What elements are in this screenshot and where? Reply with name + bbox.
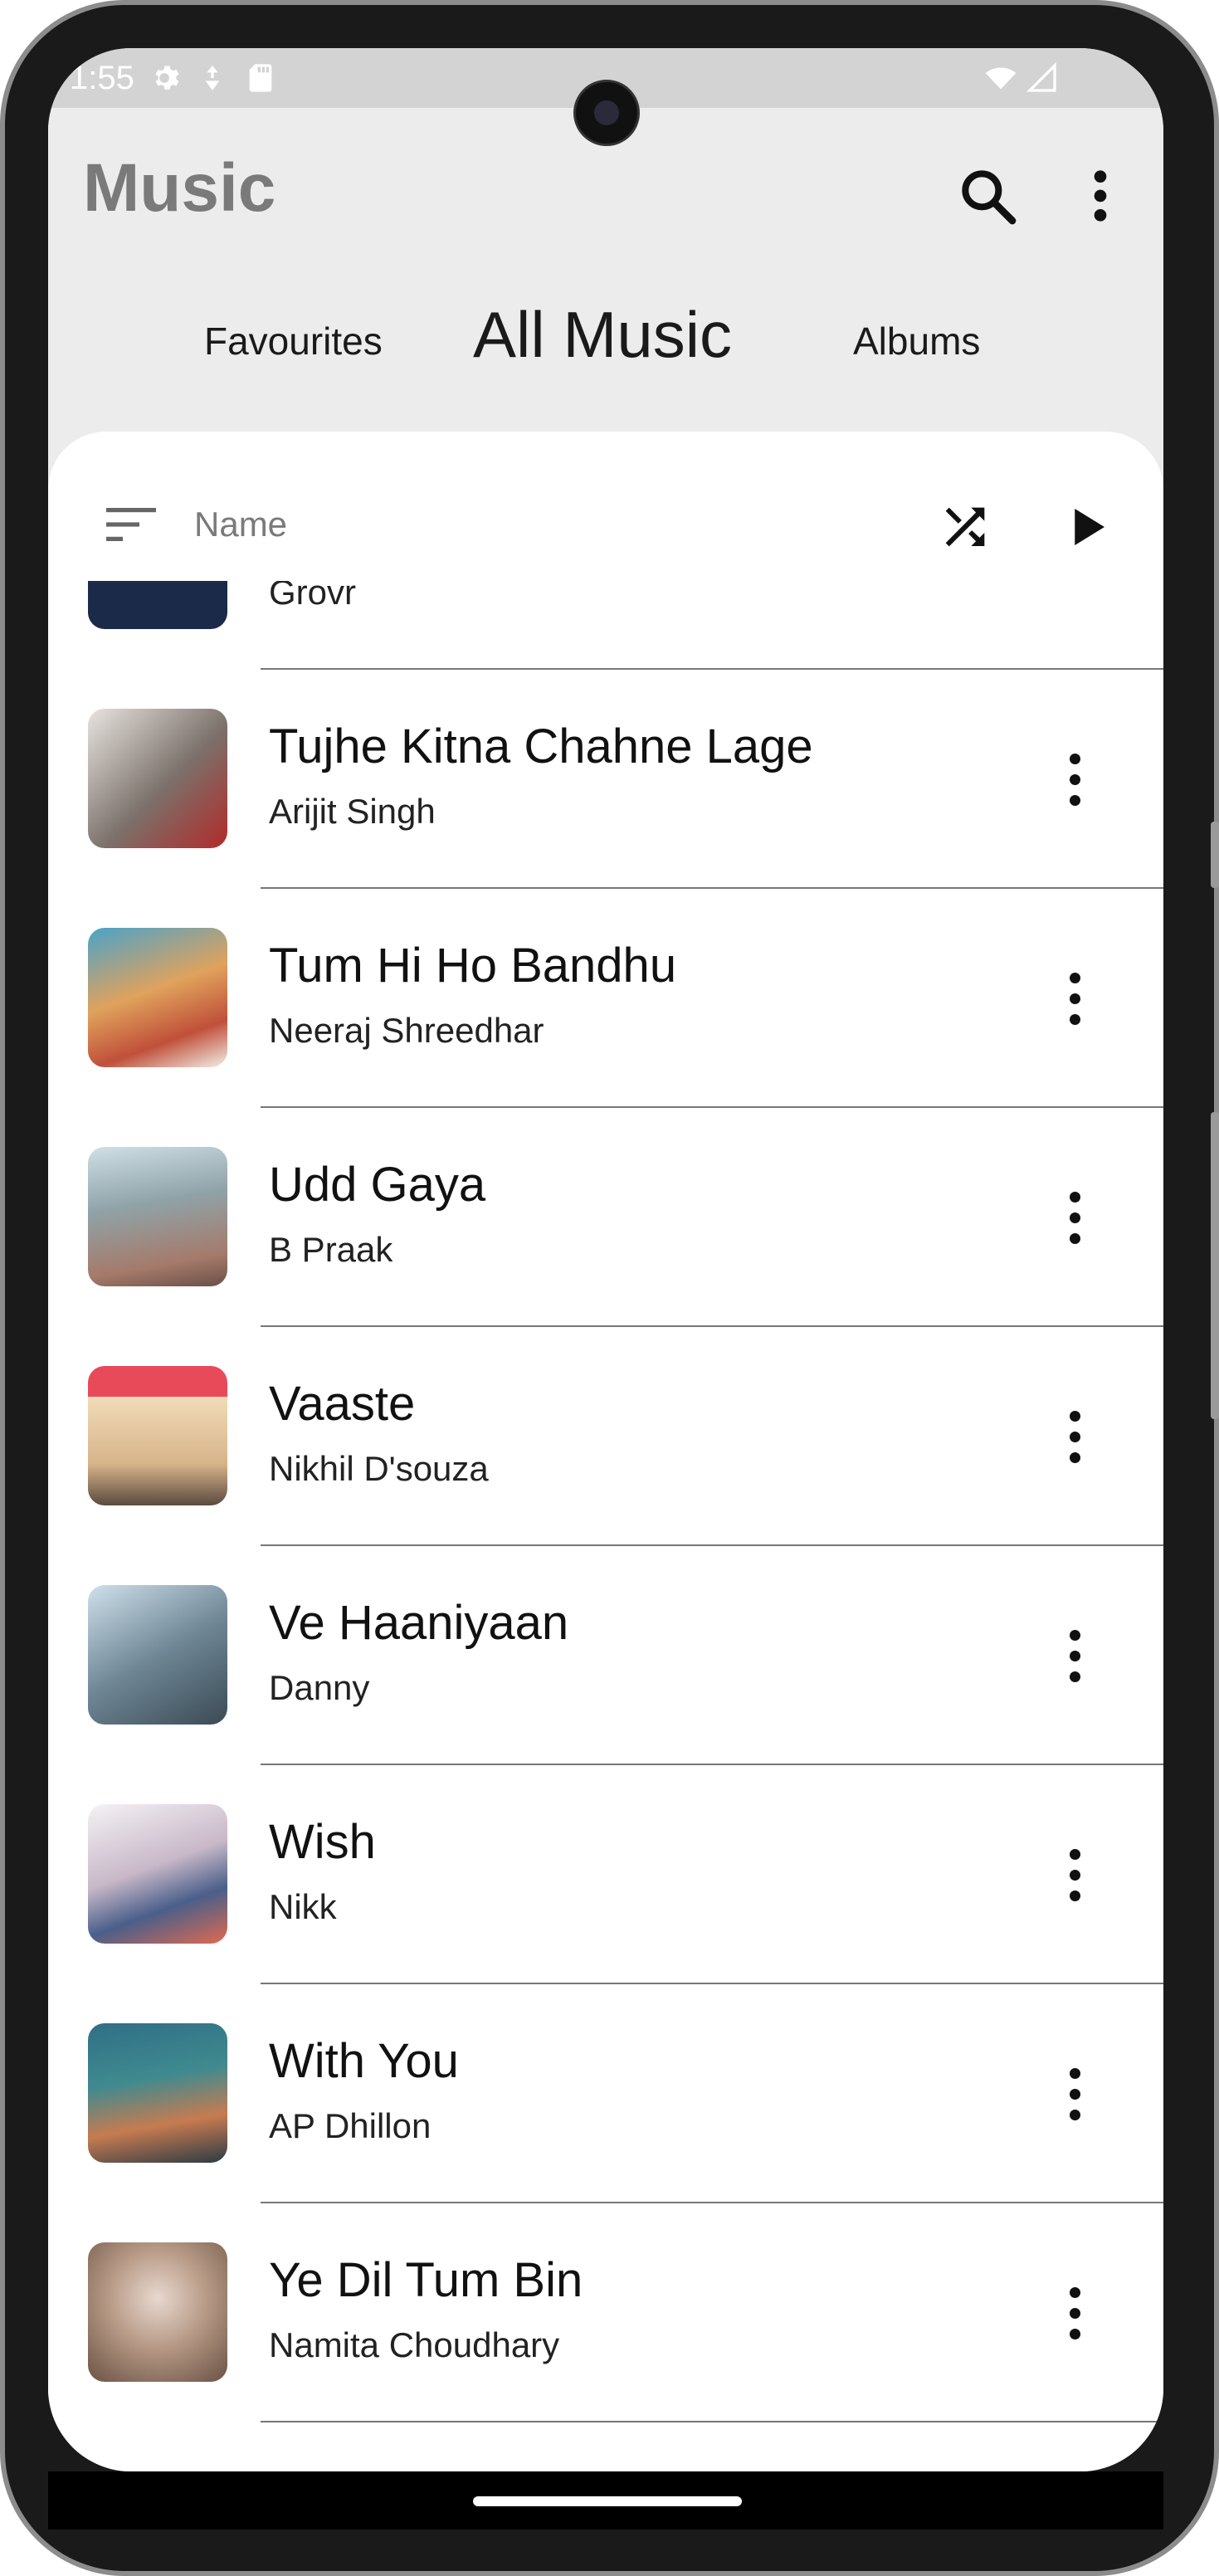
song-options-icon[interactable]: [1059, 750, 1092, 808]
song-artist: Namita Choudhary: [269, 2325, 560, 2364]
song-list: Grovr Tujhe Kitna Chahne Lage Arijit Sin…: [48, 581, 1163, 2471]
song-title: With You: [269, 2034, 459, 2088]
play-all-icon[interactable]: [1059, 500, 1114, 554]
album-art: [88, 1585, 227, 1725]
song-row[interactable]: Grovr: [48, 581, 1163, 670]
song-row[interactable]: Tujhe Kitna Chahne Lage Arijit Singh: [48, 669, 1163, 889]
song-artist: AP Dhillon: [269, 2106, 432, 2145]
song-row[interactable]: With You AP Dhillon: [48, 1983, 1163, 2203]
album-art: [88, 2023, 227, 2163]
status-time: 1:55: [70, 60, 134, 96]
more-options-icon[interactable]: [1084, 163, 1117, 229]
sd-card-icon: [249, 64, 272, 92]
song-options-icon[interactable]: [1059, 2284, 1092, 2342]
sort-icon[interactable]: [106, 508, 156, 541]
song-row[interactable]: Ye Dil Tum Bin Namita Choudhary: [48, 2203, 1163, 2422]
song-title: Tujhe Kitna Chahne Lage: [269, 720, 813, 773]
song-artist: Danny: [269, 1668, 370, 1707]
song-row[interactable]: Tum Hi Ho Bandhu Neeraj Shreedhar: [48, 888, 1163, 1108]
song-artist: Neeraj Shreedhar: [269, 1011, 544, 1050]
song-options-icon[interactable]: [1059, 1188, 1092, 1247]
volume-button: [1211, 1112, 1219, 1419]
song-artist: B Praak: [269, 1230, 393, 1269]
song-artist: Arijit Singh: [269, 792, 436, 831]
settings-icon: [155, 66, 179, 90]
song-options-icon[interactable]: [1059, 1408, 1092, 1466]
tab-albums[interactable]: Albums: [853, 319, 980, 363]
wifi-icon: [985, 67, 1017, 90]
album-art: [88, 1366, 227, 1505]
song-row[interactable]: Wish Nikk: [48, 1764, 1163, 1984]
album-art: [88, 709, 227, 848]
song-artist: Nikk: [269, 1887, 337, 1926]
song-options-icon[interactable]: [1059, 1627, 1092, 1685]
album-art: [88, 2242, 227, 2382]
sort-label[interactable]: Name: [194, 505, 287, 544]
album-art: [88, 928, 227, 1067]
song-row[interactable]: Udd Gaya B Praak: [48, 1107, 1163, 1327]
song-title: Udd Gaya: [269, 1158, 486, 1212]
page-title: Music: [83, 150, 276, 226]
search-icon[interactable]: [954, 163, 1021, 229]
song-list-sheet: Name Grovr Tujhe Kitna Chahne Lage Ariji…: [48, 432, 1163, 2471]
song-title: Wish: [269, 1815, 376, 1869]
shuffle-icon[interactable]: [936, 498, 994, 556]
song-title: Tum Hi Ho Bandhu: [269, 939, 677, 993]
song-options-icon[interactable]: [1059, 2065, 1092, 2123]
song-row[interactable]: Ve Haaniyaan Danny: [48, 1545, 1163, 1765]
power-button: [1211, 822, 1219, 888]
front-camera: [573, 80, 640, 146]
row-divider: [261, 2421, 1163, 2422]
album-art: [88, 1147, 227, 1286]
screen: 1:55 Music Favourites All Music Albums N…: [48, 48, 1163, 2471]
signal-icon: [1026, 61, 1056, 92]
song-title: Ye Dil Tum Bin: [269, 2253, 583, 2307]
song-artist: Nikhil D'souza: [269, 1449, 489, 1488]
album-art: [88, 1804, 227, 1944]
album-art: [88, 581, 227, 629]
song-title: Vaaste: [269, 1377, 416, 1431]
song-options-icon[interactable]: [1059, 969, 1092, 1027]
song-options-icon[interactable]: [1059, 1846, 1092, 1904]
tab-all-music[interactable]: All Music: [473, 297, 732, 373]
home-indicator[interactable]: [473, 2496, 742, 2506]
tab-favourites[interactable]: Favourites: [204, 319, 383, 363]
song-row[interactable]: Vaaste Nikhil D'souza: [48, 1326, 1163, 1546]
data-saver-icon: [205, 66, 220, 90]
song-artist: Grovr: [269, 581, 356, 612]
song-title: Ve Haaniyaan: [269, 1596, 569, 1650]
